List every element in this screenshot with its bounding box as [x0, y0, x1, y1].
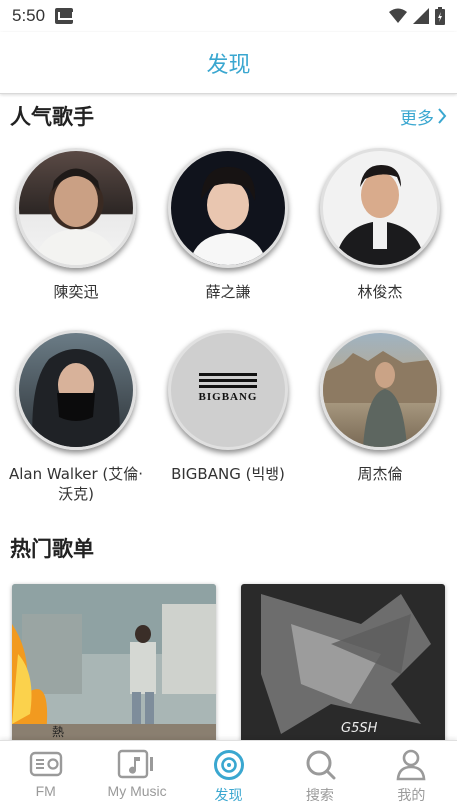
artist-avatar: [320, 148, 440, 268]
artist-card[interactable]: 周杰倫: [304, 330, 456, 484]
artist-card[interactable]: Alan Walker (艾倫·沃克): [0, 330, 152, 504]
artist-avatar: [168, 148, 288, 268]
wifi-icon: [389, 8, 407, 23]
app-header: 发现: [0, 32, 457, 94]
tab-fm[interactable]: FM: [0, 741, 91, 812]
artist-name: 林俊杰: [357, 283, 403, 301]
disc-icon: [213, 750, 244, 780]
artist-name: 陳奕迅: [53, 283, 99, 301]
status-indicators: [389, 7, 445, 25]
status-time: 5:50: [12, 6, 46, 25]
playlist-row: 熱 G5SH: [0, 584, 457, 744]
cover-text: G5SH: [341, 721, 378, 736]
mail-notification-icon: [55, 8, 74, 24]
hot-playlists-header: 热门歌单: [0, 528, 457, 568]
artist-name: 薛之謙: [205, 283, 251, 301]
tab-discover[interactable]: 发现: [183, 741, 274, 812]
signal-icon: [413, 8, 429, 24]
popular-artists-header: 人气歌手 更多: [0, 96, 457, 136]
tab-label: FM: [35, 783, 56, 799]
tab-label: 发现: [214, 787, 243, 803]
cover-text: 熱: [52, 725, 64, 739]
person-icon: [396, 749, 426, 781]
artist-avatar: [16, 330, 136, 450]
playlist-card[interactable]: G5SH: [241, 584, 445, 744]
artist-name: Alan Walker (艾倫·沃克): [8, 465, 144, 503]
playlist-cover: 熱: [12, 584, 216, 744]
artist-avatar: [320, 330, 440, 450]
hot-playlists-title: 热门歌单: [10, 537, 94, 561]
artist-card[interactable]: BIGBANG BIGBANG (빅뱅): [152, 330, 304, 484]
music-note-icon: [117, 749, 154, 779]
artist-card[interactable]: 林俊杰: [304, 148, 456, 302]
tab-label: 我的: [397, 787, 426, 803]
tab-label: 搜索: [305, 787, 334, 803]
artist-card[interactable]: 薛之謙: [152, 148, 304, 302]
playlist-cover: G5SH: [241, 584, 445, 744]
search-icon: [306, 750, 336, 780]
bigbang-logo-text: BIGBANG: [198, 391, 258, 403]
artist-card[interactable]: 陳奕迅: [0, 148, 152, 302]
tab-search[interactable]: 搜索: [274, 741, 365, 812]
status-bar: 5:50: [0, 0, 457, 32]
artist-avatar: [16, 148, 136, 268]
popular-artists-title: 人气歌手: [10, 105, 94, 129]
battery-icon: [435, 7, 445, 25]
more-artists-link[interactable]: 更多: [400, 104, 447, 129]
more-label: 更多: [400, 108, 434, 129]
playlist-card[interactable]: 熱: [12, 584, 216, 744]
artist-avatar: BIGBANG: [168, 330, 288, 450]
tab-profile[interactable]: 我的: [366, 741, 457, 812]
artist-name: BIGBANG (빅뱅): [171, 465, 285, 483]
tab-label: My Music: [107, 783, 167, 799]
artist-name: 周杰倫: [357, 465, 403, 483]
tab-my-music[interactable]: My Music: [91, 741, 182, 812]
page-title: 发现: [206, 52, 251, 78]
radio-icon: [29, 751, 62, 777]
bottom-tab-bar: FM My Music 发现 搜索 我的: [0, 740, 457, 812]
chevron-right-icon: [438, 108, 447, 124]
